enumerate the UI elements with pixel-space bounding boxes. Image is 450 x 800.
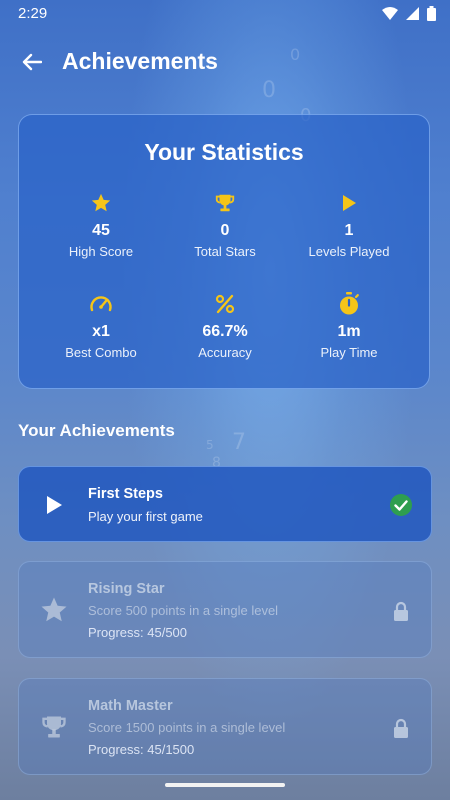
stat-label: Levels Played: [308, 244, 390, 259]
stat-value: 0: [220, 222, 230, 239]
play-icon: [37, 488, 71, 522]
app-bar: Achievements: [0, 40, 450, 84]
achievement-math-master[interactable]: Math Master Score 1500 points in a singl…: [18, 678, 432, 775]
battery-icon: [427, 6, 436, 21]
trophy-icon: [37, 710, 71, 744]
stat-label: Accuracy: [198, 345, 252, 360]
page-title: Achievements: [62, 48, 218, 74]
stat-levels-played: 1 Levels Played: [281, 191, 417, 259]
star-icon: [33, 191, 169, 215]
stat-play-time: 1m Play Time: [281, 292, 417, 360]
stat-value: 1m: [337, 323, 361, 340]
signal-icon: [406, 7, 419, 20]
wifi-icon: [382, 7, 398, 20]
status-bar: 2:29: [0, 0, 450, 28]
stat-accuracy: 66.7% Accuracy: [157, 292, 293, 360]
stat-label: Play Time: [320, 345, 378, 360]
stat-label: Total Stars: [194, 244, 256, 259]
stopwatch-icon: [281, 292, 417, 316]
achievement-description: Score 1500 points in a single level: [88, 720, 286, 735]
stat-label: High Score: [68, 244, 134, 259]
stat-value: 66.7%: [202, 323, 248, 340]
back-button[interactable]: [16, 46, 48, 78]
stat-value: 1: [344, 222, 354, 239]
check-circle-icon: [389, 493, 413, 517]
stat-value: x1: [92, 323, 110, 340]
stat-label: Best Combo: [65, 345, 137, 360]
achievement-title: Math Master: [88, 698, 173, 714]
statistics-card: Your Statistics 45 High Score 0 Total St…: [18, 114, 430, 389]
star-icon: [37, 593, 71, 627]
stat-total-stars: 0 Total Stars: [157, 191, 293, 259]
achievement-first-steps[interactable]: First Steps Play your first game: [18, 466, 432, 542]
status-time: 2:29: [18, 5, 48, 22]
achievement-title: First Steps: [88, 486, 163, 502]
stat-best-combo: x1 Best Combo: [33, 292, 169, 360]
lock-icon: [389, 716, 413, 740]
lock-icon: [389, 599, 413, 623]
play-icon: [281, 191, 417, 215]
achievement-rising-star[interactable]: Rising Star Score 500 points in a single…: [18, 561, 432, 658]
achievement-title: Rising Star: [88, 581, 165, 597]
stat-high-score: 45 High Score: [33, 191, 169, 259]
achievement-description: Score 500 points in a single level: [88, 603, 279, 618]
gesture-nav-handle[interactable]: [165, 783, 285, 787]
achievements-section-title: Your Achievements: [18, 421, 175, 440]
statistics-title: Your Statistics: [144, 139, 304, 165]
achievement-progress: Progress: 45/500: [88, 625, 188, 640]
percent-icon: [157, 292, 293, 316]
arrow-left-icon: [22, 53, 42, 71]
trophy-icon: [157, 191, 293, 215]
achievement-progress: Progress: 45/1500: [88, 742, 195, 757]
stat-value: 45: [92, 222, 110, 239]
achievement-description: Play your first game: [88, 509, 203, 524]
speedometer-icon: [33, 292, 169, 316]
status-icons: [382, 6, 436, 21]
